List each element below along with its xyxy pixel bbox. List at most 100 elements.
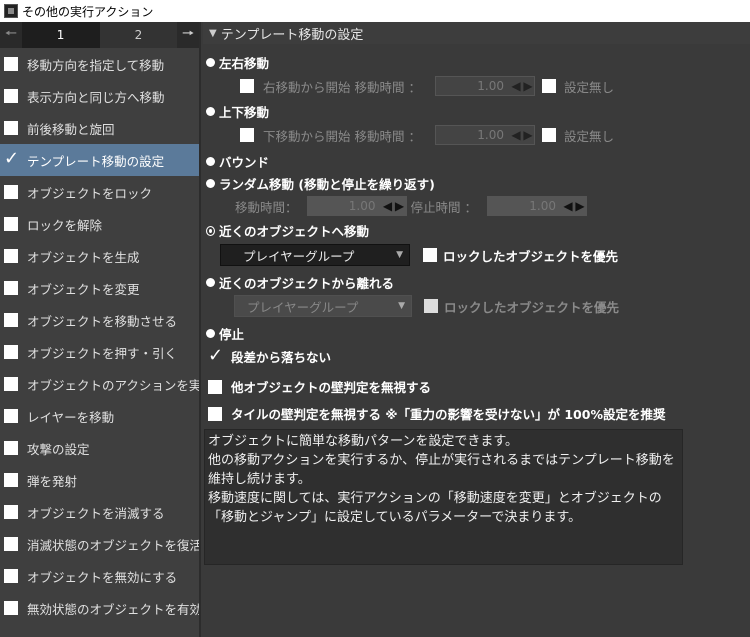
sidebar-item-label: オブジェクトを無効にする [27, 569, 178, 585]
radio-approach-dot[interactable] [206, 225, 215, 236]
sidebar-item[interactable]: オブジェクトのアクションを実 [0, 368, 199, 400]
sidebar-item[interactable]: オブジェクトを無効にする [0, 560, 199, 592]
ignore-tile-checkbox[interactable] [208, 406, 222, 421]
no-fall-checkbox[interactable] [208, 345, 223, 366]
page-tab-2[interactable]: 2 [99, 22, 178, 48]
random-stop-spinner[interactable]: 1.00 ◀ ▶ [487, 196, 587, 216]
sidebar-item-checkbox[interactable] [4, 537, 18, 551]
sidebar-item[interactable]: 弾を発射 [0, 464, 199, 496]
radio-lr-label: 左右移動 [219, 56, 270, 71]
radio-away[interactable]: 近くのオブジェクトから離れる [206, 273, 394, 292]
radio-away-dot[interactable] [206, 278, 215, 287]
radio-bound-dot[interactable] [206, 157, 215, 166]
spin-right-icon[interactable]: ▶ [522, 128, 534, 142]
radio-random[interactable]: ランダム移動 (移動と停止を繰り返す) [206, 174, 435, 193]
spin-left-icon[interactable]: ◀ [562, 199, 574, 213]
sidebar-item[interactable]: レイヤーを移動 [0, 400, 199, 432]
sidebar-item-checkbox[interactable] [4, 313, 18, 327]
sidebar-item[interactable]: ロックを解除 [0, 208, 199, 240]
sidebar-item-checkbox[interactable] [4, 89, 18, 103]
sidebar-item[interactable]: オブジェクトを消滅する [0, 496, 199, 528]
sidebar-item-checkbox[interactable] [4, 505, 18, 519]
sidebar-item[interactable]: オブジェクトを変更 [0, 272, 199, 304]
radio-stop[interactable]: 停止 [206, 324, 244, 343]
radio-stop-label: 停止 [219, 327, 245, 342]
spin-left-icon[interactable]: ◀ [382, 199, 394, 213]
collapse-triangle-icon[interactable]: ▼ [209, 28, 217, 39]
sidebar-item-checkbox[interactable] [4, 217, 18, 231]
spin-right-icon[interactable]: ▶ [394, 199, 406, 213]
sidebar-item-label: テンプレート移動の設定 [27, 153, 165, 169]
sidebar-item-checkbox[interactable] [4, 601, 18, 615]
description-line: 移動速度に関しては、実行アクションの「移動速度を変更」とオブジェクトの「移動とジ… [208, 491, 662, 525]
ignore-wall-checkbox[interactable] [208, 379, 222, 394]
sidebar-item-checkbox[interactable] [4, 148, 19, 169]
sidebar-item[interactable]: 消滅状態のオブジェクトを復活 [0, 528, 199, 560]
away-group-value: プレイヤーグループ [247, 299, 359, 315]
arrow-right-icon[interactable]: 🠖 [177, 22, 199, 48]
section-header[interactable]: ▼ テンプレート移動の設定 [203, 22, 750, 44]
sidebar-item[interactable]: 無効状態のオブジェクトを有効 [0, 592, 199, 624]
ud-time-spinner[interactable]: 1.00 ◀ ▶ [435, 125, 535, 145]
radio-approach[interactable]: 近くのオブジェクトへ移動 [206, 221, 369, 240]
radio-random-dot[interactable] [206, 179, 215, 188]
lr-time-spinner[interactable]: 1.00 ◀ ▶ [435, 76, 535, 96]
sidebar-item-label: オブジェクトを移動させる [27, 313, 178, 329]
chevron-down-icon[interactable]: ▼ [398, 301, 405, 311]
radio-stop-dot[interactable] [206, 329, 215, 338]
random-stop-value[interactable]: 1.00 [488, 199, 562, 213]
sidebar-item-checkbox[interactable] [4, 409, 18, 423]
radio-lr-dot[interactable] [206, 58, 215, 67]
sidebar-item-checkbox[interactable] [4, 121, 18, 135]
random-move-value[interactable]: 1.00 [308, 199, 382, 213]
sidebar-item[interactable]: 表示方向と同じ方へ移動 [0, 80, 199, 112]
sidebar-item[interactable]: オブジェクトを移動させる [0, 304, 199, 336]
spin-right-icon[interactable]: ▶ [574, 199, 586, 213]
sidebar-item-checkbox[interactable] [4, 57, 18, 71]
lr-time-value[interactable]: 1.00 [436, 79, 510, 93]
away-group-select[interactable]: プレイヤーグループ ▼ [234, 295, 412, 317]
sidebar-item-checkbox[interactable] [4, 441, 18, 455]
sidebar-item[interactable]: 移動方向を指定して移動 [0, 48, 199, 80]
sidebar-item-checkbox[interactable] [4, 377, 18, 391]
sidebar-item-checkbox[interactable] [4, 249, 18, 263]
sidebar-item[interactable]: オブジェクトをロック [0, 176, 199, 208]
spin-left-icon[interactable]: ◀ [510, 79, 522, 93]
radio-bound[interactable]: バウンド [206, 152, 269, 171]
sidebar-item-checkbox[interactable] [4, 281, 18, 295]
spin-left-icon[interactable]: ◀ [510, 128, 522, 142]
sidebar-item[interactable]: オブジェクトを押す・引く [0, 336, 199, 368]
radio-ud-dot[interactable] [206, 107, 215, 116]
sidebar-item-checkbox[interactable] [4, 473, 18, 487]
ud-time-value[interactable]: 1.00 [436, 128, 510, 142]
ignore-tile-label: タイルの壁判定を無視する ※「重力の影響を受けない」が 100%設定を推奨 [231, 407, 666, 422]
sidebar-item[interactable]: 前後移動と旋回 [0, 112, 199, 144]
ignore-wall-option[interactable]: 他オブジェクトの壁判定を無視する [208, 377, 431, 396]
random-move-spinner[interactable]: 1.00 ◀ ▶ [306, 196, 407, 216]
sidebar-item-checkbox[interactable] [4, 185, 18, 199]
ignore-tile-option[interactable]: タイルの壁判定を無視する ※「重力の影響を受けない」が 100%設定を推奨 [208, 404, 665, 423]
lr-start-checkbox[interactable] [240, 79, 254, 93]
sidebar-item-checkbox[interactable] [4, 569, 18, 583]
no-fall-option[interactable]: 段差から落ちない [208, 345, 331, 366]
description-line: 他の移動アクションを実行するか、停止が実行されるまではテンプレート移動を維持し続… [208, 453, 675, 487]
sidebar-item[interactable]: テンプレート移動の設定 [0, 144, 199, 176]
sidebar-item[interactable]: オブジェクトを生成 [0, 240, 199, 272]
arrow-left-icon[interactable]: 🠔 [0, 22, 22, 48]
radio-ud[interactable]: 上下移動 [206, 102, 269, 121]
chevron-down-icon[interactable]: ▼ [396, 250, 403, 260]
ud-start-checkbox[interactable] [240, 128, 254, 142]
away-options: プレイヤーグループ ▼ ロックしたオブジェクトを優先 [234, 295, 619, 317]
approach-group-select[interactable]: プレイヤーグループ ▼ [220, 244, 410, 266]
sidebar-item-label: レイヤーを移動 [27, 409, 115, 425]
lr-none-checkbox[interactable] [542, 79, 556, 93]
away-priority-checkbox[interactable] [424, 299, 438, 313]
approach-priority-checkbox[interactable] [423, 248, 437, 262]
sidebar-item[interactable]: 攻撃の設定 [0, 432, 199, 464]
ud-none-checkbox[interactable] [542, 128, 556, 142]
radio-lr[interactable]: 左右移動 [206, 53, 269, 72]
ud-none-label: 設定無し [564, 128, 615, 144]
sidebar-item-checkbox[interactable] [4, 345, 18, 359]
spin-right-icon[interactable]: ▶ [522, 79, 534, 93]
page-tab-1[interactable]: 1 [21, 22, 100, 48]
